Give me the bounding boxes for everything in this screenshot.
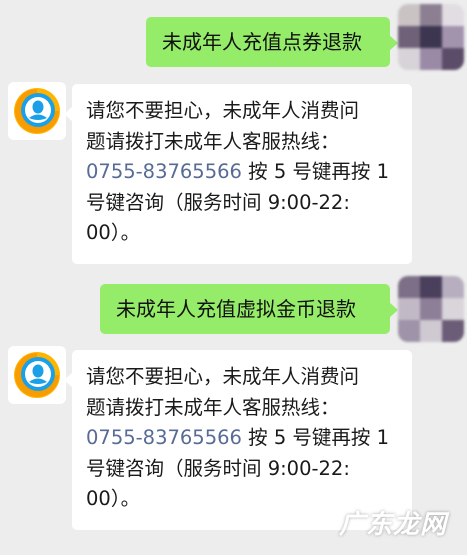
- message-line-rest: 按 5 号键再按 1: [248, 160, 390, 183]
- message-line: 请您不要担心，未成年人消费问: [86, 99, 360, 122]
- chat-window: 未成年人充值点券退款 请您不要担心，未成年人消费问 题请拨打未成年人客服热线： …: [0, 0, 467, 555]
- message-text: 未成年人充值点券退款: [162, 30, 362, 54]
- customer-service-avatar[interactable]: [8, 346, 66, 404]
- message-line: 请您不要担心，未成年人消费问: [86, 365, 360, 388]
- qq-customer-service-icon: [14, 352, 60, 398]
- message-line: 0755-83765566 按 5 号键再按 1: [86, 423, 398, 454]
- outgoing-message-bubble[interactable]: 未成年人充值点券退款: [146, 17, 398, 67]
- site-watermark: 广东龙网: [338, 510, 447, 540]
- message-line: 号键咨询（服务时间 9:00-22:: [86, 456, 350, 480]
- hotline-phone-link[interactable]: 0755-83765566: [86, 426, 242, 449]
- message-line: 题请拨打未成年人客服热线：: [86, 395, 340, 419]
- qq-customer-service-icon: [14, 88, 60, 134]
- message-text: 未成年人充值虚拟金币退款: [116, 297, 356, 321]
- outgoing-message-bubble[interactable]: 未成年人充值虚拟金币退款: [100, 284, 398, 334]
- message-line: 号键咨询（服务时间 9:00-22:: [86, 190, 350, 214]
- user-avatar[interactable]: [398, 276, 464, 342]
- hotline-phone-link[interactable]: 0755-83765566: [86, 160, 242, 183]
- incoming-message-bubble[interactable]: 请您不要担心，未成年人消费问 题请拨打未成年人客服热线： 0755-837655…: [64, 84, 412, 264]
- message-line-rest: 按 5 号键再按 1: [248, 426, 390, 449]
- user-avatar[interactable]: [398, 4, 464, 70]
- incoming-message-bubble[interactable]: 请您不要担心，未成年人消费问 题请拨打未成年人客服热线： 0755-837655…: [64, 350, 412, 530]
- customer-service-avatar[interactable]: [8, 82, 66, 140]
- message-line: 00）。: [86, 221, 141, 244]
- message-line: 题请拨打未成年人客服热线：: [86, 129, 340, 153]
- message-line: 0755-83765566 按 5 号键再按 1: [86, 157, 398, 188]
